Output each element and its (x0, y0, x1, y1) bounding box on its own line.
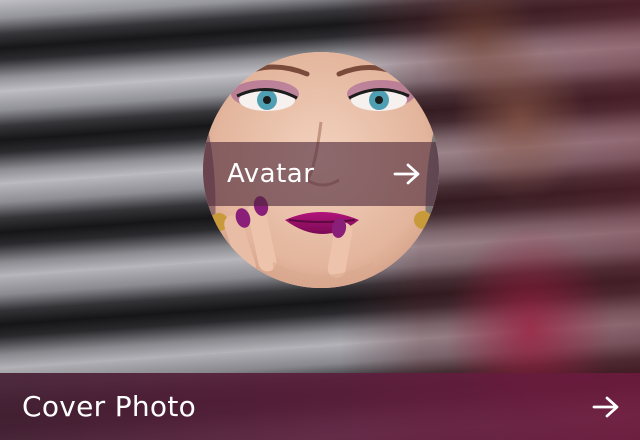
avatar-button[interactable]: Avatar (203, 142, 439, 206)
arrow-right-icon (592, 395, 620, 419)
avatar-image[interactable]: Avatar (203, 52, 439, 288)
profile-photo-screen: Avatar Cover Photo (0, 0, 640, 440)
avatar-label: Avatar (227, 159, 315, 189)
cover-photo-button[interactable]: Cover Photo (0, 373, 640, 440)
arrow-right-icon (393, 162, 421, 186)
cover-photo-label: Cover Photo (22, 390, 197, 423)
